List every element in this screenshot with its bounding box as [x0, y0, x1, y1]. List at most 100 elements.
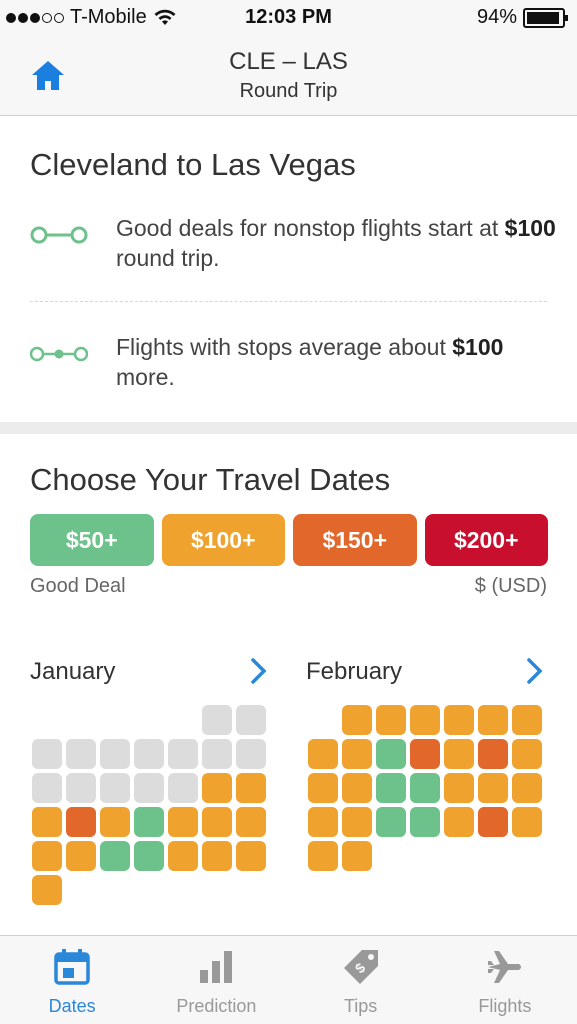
calendar-day[interactable] — [66, 773, 96, 803]
legend-100: $100+ — [161, 514, 285, 566]
calendar-day[interactable] — [478, 705, 508, 735]
calendar-day[interactable] — [410, 773, 440, 803]
calendar-day[interactable] — [308, 739, 338, 769]
calendar-day[interactable] — [66, 841, 96, 871]
calendar-day[interactable] — [100, 773, 130, 803]
chevron-right-icon[interactable] — [524, 656, 546, 686]
battery-icon — [523, 7, 568, 28]
calendar-day[interactable] — [202, 739, 232, 769]
tab-bar: Dates Prediction $ Tips Flights — [0, 935, 577, 1024]
trip-type: Round Trip — [239, 80, 338, 102]
bar-chart-icon — [200, 951, 233, 983]
status-bar: T-Mobile 12:03 PM 94% — [0, 0, 577, 38]
calendar-day[interactable] — [512, 773, 542, 803]
good-deal-label: Good Deal — [30, 575, 126, 597]
calendar-day[interactable] — [342, 773, 372, 803]
tab-label: Tips — [343, 996, 378, 1016]
calendar-blank — [168, 705, 198, 735]
calendar-day[interactable] — [66, 807, 96, 837]
calendar-day[interactable] — [342, 739, 372, 769]
calendar-blank — [308, 705, 338, 735]
separator — [30, 301, 547, 302]
calendar-day[interactable] — [236, 705, 266, 735]
calendar-day[interactable] — [202, 807, 232, 837]
tab-label: Flights — [478, 996, 532, 1016]
calendar-day[interactable] — [342, 705, 372, 735]
calendar-day[interactable] — [478, 807, 508, 837]
calendar-day[interactable] — [32, 841, 62, 871]
calendar-day[interactable] — [168, 807, 198, 837]
calendar-day[interactable] — [376, 739, 406, 769]
calendar-february — [308, 705, 542, 871]
calendar-day[interactable] — [168, 841, 198, 871]
calendar-blank — [134, 705, 164, 735]
calendar-day[interactable] — [410, 739, 440, 769]
calendar-day[interactable] — [100, 739, 130, 769]
route-code-title: CLE – LAS — [229, 48, 348, 75]
tab-dates[interactable]: Dates — [0, 936, 144, 1024]
calendar-day[interactable] — [342, 807, 372, 837]
calendar-day[interactable] — [478, 773, 508, 803]
dates-title: Choose Your Travel Dates — [30, 462, 391, 497]
calendar-day[interactable] — [202, 773, 232, 803]
calendar-day[interactable] — [100, 807, 130, 837]
calendar-day[interactable] — [342, 841, 372, 871]
calendar-day[interactable] — [444, 705, 474, 735]
calendar-day[interactable] — [444, 807, 474, 837]
calendar-day[interactable] — [236, 841, 266, 871]
calendar-day[interactable] — [168, 773, 198, 803]
nonstop-price: $100 — [504, 215, 556, 241]
calendar-day[interactable] — [410, 807, 440, 837]
calendar-day[interactable] — [308, 807, 338, 837]
calendar-day[interactable] — [512, 705, 542, 735]
calendar-day[interactable] — [32, 875, 62, 905]
calendar-day[interactable] — [32, 807, 62, 837]
calendar-day[interactable] — [32, 773, 62, 803]
calendar-day[interactable] — [376, 705, 406, 735]
calendar-day[interactable] — [236, 739, 266, 769]
calendar-day[interactable] — [134, 773, 164, 803]
calendar-day[interactable] — [308, 841, 338, 871]
calendar-day[interactable] — [32, 739, 62, 769]
tab-flights[interactable]: Flights — [433, 936, 577, 1024]
calendar-day[interactable] — [512, 739, 542, 769]
calendar-blank — [66, 705, 96, 735]
airplane-icon — [487, 951, 521, 983]
calendar-day[interactable] — [512, 807, 542, 837]
calendar-day[interactable] — [410, 705, 440, 735]
calendar-day[interactable] — [134, 739, 164, 769]
tab-label: Prediction — [176, 996, 257, 1016]
connecting-route-icon — [30, 346, 88, 362]
legend-50: $50+ — [30, 514, 154, 566]
calendar-january — [32, 705, 266, 905]
legend-150: $150+ — [293, 514, 417, 566]
calendar-day[interactable] — [236, 773, 266, 803]
nonstop-text: Good deals for nonstop flights start at … — [116, 215, 556, 271]
battery-status: 94% — [477, 6, 568, 29]
stops-text: Flights with stops average about $100 mo… — [116, 334, 504, 390]
month-title-february: February — [306, 658, 403, 685]
calendar-day[interactable] — [236, 807, 266, 837]
calendar-day[interactable] — [376, 807, 406, 837]
calendar-day[interactable] — [202, 841, 232, 871]
month-title-january: January — [30, 658, 116, 685]
calendar-day[interactable] — [134, 841, 164, 871]
calendar-day[interactable] — [202, 705, 232, 735]
chevron-right-icon[interactable] — [248, 656, 270, 686]
nonstop-route-icon — [30, 226, 88, 244]
tab-tips[interactable]: $ Tips — [289, 936, 433, 1024]
calendar-day[interactable] — [308, 773, 338, 803]
currency-label: $ (USD) — [474, 575, 547, 597]
calendar-day[interactable] — [66, 739, 96, 769]
calendar-day[interactable] — [478, 739, 508, 769]
calendar-day[interactable] — [376, 773, 406, 803]
tab-label: Dates — [48, 996, 96, 1016]
calendar-day[interactable] — [168, 739, 198, 769]
tag-icon: $ — [343, 950, 378, 984]
calendar-day[interactable] — [134, 807, 164, 837]
calendar-day[interactable] — [444, 739, 474, 769]
stops-price: $100 — [452, 334, 504, 360]
calendar-day[interactable] — [100, 841, 130, 871]
calendar-day[interactable] — [444, 773, 474, 803]
tab-prediction[interactable]: Prediction — [144, 936, 288, 1024]
